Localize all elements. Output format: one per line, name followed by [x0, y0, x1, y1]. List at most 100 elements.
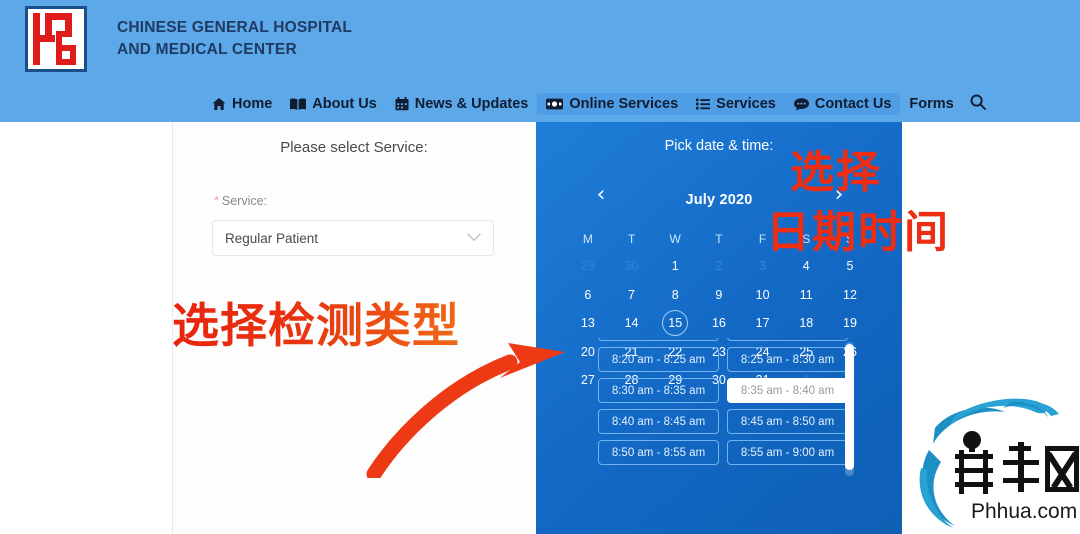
list-icon	[696, 98, 711, 110]
calendar-day-label: 15	[668, 316, 683, 331]
calendar-day[interactable]: 4	[784, 252, 828, 281]
calendar-day-label: 8	[671, 287, 679, 302]
calendar-day[interactable]: 18	[784, 309, 828, 338]
calendar-day-label: 1	[671, 259, 679, 274]
calendar-day-label: 18	[799, 316, 814, 331]
calendar-day[interactable]: 8	[653, 281, 697, 310]
required-asterisk: *	[214, 194, 219, 208]
service-selection-panel: Please select Service: * Service: Regular…	[172, 122, 536, 534]
time-slot[interactable]: 8:55 am - 9:00 am	[727, 440, 848, 465]
calendar-day: 3	[741, 252, 785, 281]
calendar-day[interactable]: 5	[828, 252, 872, 281]
time-slot[interactable]: 8:10 am - 8:15 am	[598, 338, 719, 341]
calendar-day-label: 6	[584, 287, 592, 302]
calendar-day-label: 29	[580, 259, 595, 274]
nav-item-home[interactable]: Home	[203, 93, 281, 115]
time-slot[interactable]: 8:15 am - 8:20 am	[727, 338, 848, 341]
calendar-day[interactable]: 14	[610, 309, 654, 338]
calendar-day[interactable]: 16	[697, 309, 741, 338]
calendar-day-label: 17	[755, 316, 770, 331]
calendar-day: 30	[610, 252, 654, 281]
calendar-day[interactable]: 11	[784, 281, 828, 310]
calendar-day-label: 12	[843, 287, 857, 302]
book-icon	[290, 98, 307, 111]
nav-label: About Us	[312, 96, 377, 112]
calendar-day[interactable]: 12	[828, 281, 872, 310]
nav-item-contact-us[interactable]: Contact Us	[784, 93, 901, 115]
calendar-title: Pick date & time:	[664, 138, 774, 154]
calendar-day-label: 7	[628, 287, 635, 302]
calendar-weekday: W	[669, 232, 681, 246]
time-slot[interactable]: 8:45 am - 8:50 am	[727, 409, 848, 434]
calendar-day: 29	[566, 252, 610, 281]
time-slot[interactable]: 8:40 am - 8:45 am	[598, 409, 719, 434]
calendar-day-label: 19	[843, 316, 857, 331]
nav-item-news-updates[interactable]: News & Updates	[386, 93, 538, 115]
calendar-day[interactable]: 17	[741, 309, 785, 338]
calendar-day[interactable]: 7	[610, 281, 654, 310]
service-field-label: * Service:	[214, 194, 267, 208]
calendar-weekday-row: MTWTFSS	[566, 226, 872, 252]
calendar-day[interactable]: 6	[566, 281, 610, 310]
nav-item-online-services[interactable]: Online Services	[537, 93, 688, 115]
nav-label: Forms	[909, 96, 954, 112]
search-button[interactable]	[963, 91, 993, 118]
calendar-day-label: 20	[580, 344, 595, 359]
calendar-day: 2	[697, 252, 741, 281]
time-slot-selected[interactable]: 8:35 am - 8:40 am	[727, 378, 848, 403]
nav-item-about-us[interactable]: About Us	[281, 93, 385, 115]
nav-label: Home	[232, 96, 273, 112]
calendar-day[interactable]: 9	[697, 281, 741, 310]
calendar-day[interactable]: 1	[653, 252, 697, 281]
time-slot[interactable]: 8:25 am - 8:30 am	[727, 347, 848, 372]
brand[interactable]: CHINESE GENERAL HOSPITAL AND MEDICAL CEN…	[25, 6, 352, 72]
time-slot-scrollbar[interactable]	[845, 342, 854, 476]
calendar-day-label: 9	[715, 287, 723, 302]
calendar-weekday: S	[802, 232, 811, 246]
video-icon	[546, 98, 564, 110]
screenshot-root: CHINESE GENERAL HOSPITAL AND MEDICAL CEN…	[0, 0, 1080, 534]
home-icon	[212, 97, 226, 111]
brand-text: CHINESE GENERAL HOSPITAL AND MEDICAL CEN…	[117, 17, 352, 62]
nav-label: Contact Us	[814, 96, 892, 112]
calendar-weekday: S	[845, 232, 854, 246]
calendar-week-row: 6 7 8 9 10 11 12	[566, 281, 872, 310]
calendar-weekday: T	[627, 232, 636, 246]
calendar-day-label: 5	[846, 259, 854, 274]
time-slot[interactable]: 8:50 am - 8:55 am	[598, 440, 719, 465]
calendar-week-row: 29 30 1 2 3 4 5	[566, 252, 872, 281]
hospital-logo-icon	[25, 6, 87, 72]
calendar-day-label: 11	[799, 287, 813, 302]
calendar-day-label: 30	[624, 259, 639, 274]
service-select[interactable]: Regular Patient	[212, 220, 494, 256]
nav-label: Services	[716, 96, 776, 112]
nav-item-services[interactable]: Services	[687, 93, 785, 115]
chat-icon	[793, 97, 809, 111]
calendar-day-label: 10	[755, 287, 770, 302]
calendar-day-label: 16	[711, 316, 726, 331]
main-navigation: Home About Us News & Updates Online Serv…	[0, 86, 1080, 122]
calendar-day[interactable]: 10	[741, 281, 785, 310]
calendar-day-selected[interactable]: 15	[653, 309, 697, 338]
calendar-week-row: 13 14 15 16 17 18 19	[566, 309, 872, 338]
calendar-weekday: M	[582, 232, 593, 246]
brand-line-1: CHINESE GENERAL HOSPITAL	[117, 18, 353, 36]
content-area: Please select Service: * Service: Regular…	[0, 122, 1080, 534]
calendar-day[interactable]: 13	[566, 309, 610, 338]
brand-line-2: AND MEDICAL CENTER	[117, 41, 297, 58]
chevron-down-icon	[467, 229, 481, 247]
time-slot-list: 8:10 am - 8:15 am 8:15 am - 8:20 am 8:20 a…	[598, 338, 868, 480]
calendar-weekday: F	[758, 232, 767, 246]
scrollbar-thumb[interactable]	[845, 344, 854, 470]
calendar-day[interactable]: 19	[828, 309, 872, 338]
nav-label: News & Updates	[414, 96, 529, 112]
time-slot[interactable]: 8:30 am - 8:35 am	[598, 378, 719, 403]
calendar-day-label: 2	[715, 259, 723, 274]
calendar-day-label: 3	[759, 259, 767, 274]
field-label-text: Service:	[221, 194, 268, 208]
nav-item-forms[interactable]: Forms	[900, 93, 962, 115]
calendar-nav: July 2020	[536, 192, 902, 208]
search-icon	[970, 94, 986, 115]
time-slot[interactable]: 8:20 am - 8:25 am	[598, 347, 719, 372]
site-header: CHINESE GENERAL HOSPITAL AND MEDICAL CEN…	[0, 0, 1080, 122]
